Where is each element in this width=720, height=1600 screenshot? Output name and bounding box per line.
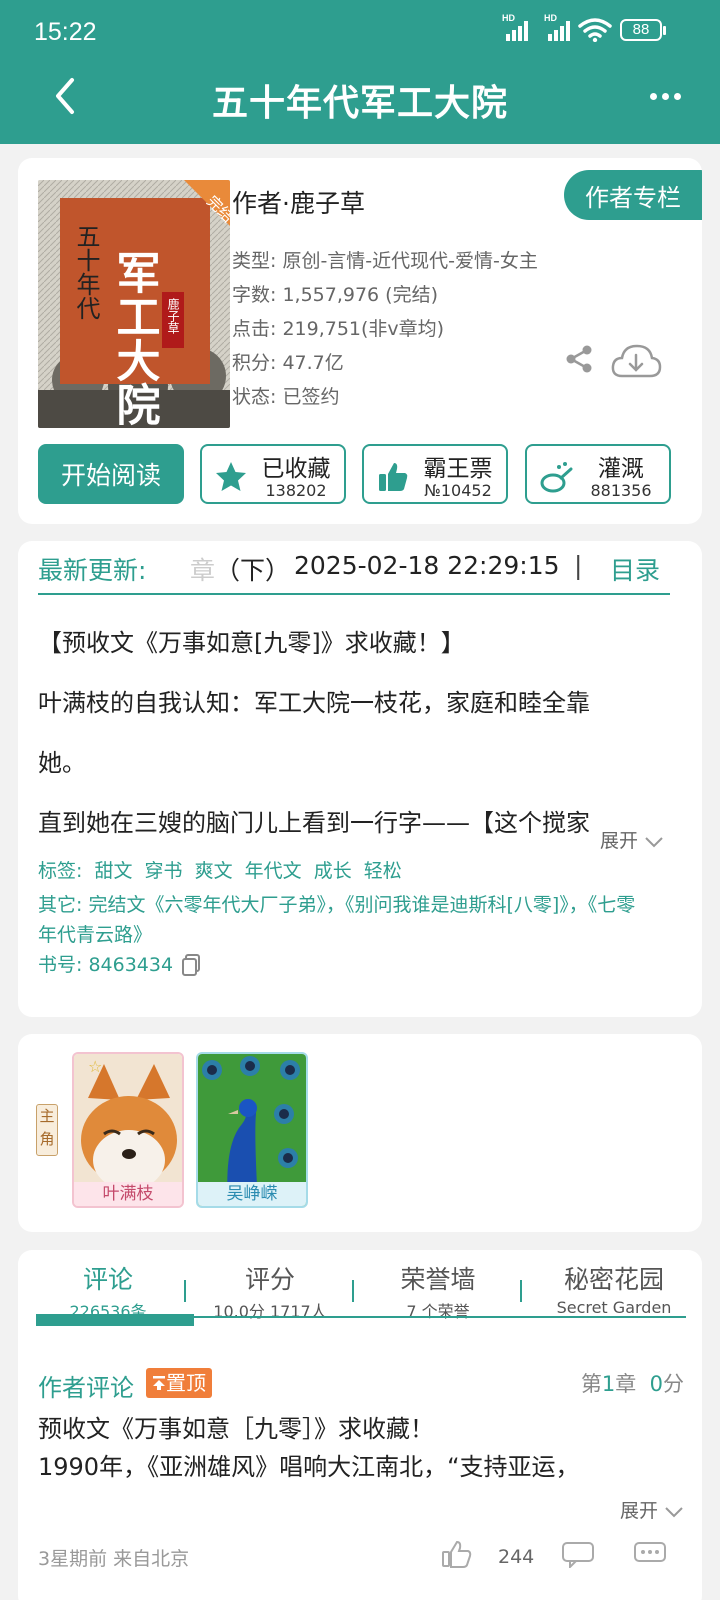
status-icons: HD HD 88 — [502, 13, 666, 42]
meta-clicks: 点击: 219,751(非v章均) — [232, 318, 445, 340]
battery-icon: 88 — [620, 19, 666, 41]
meta-type: 类型: 原创-言情-近代现代-爱情-女主 — [232, 250, 538, 272]
like-icon[interactable] — [440, 1540, 476, 1568]
meta-points: 积分: 47.7亿 — [232, 352, 344, 374]
latest-update-bar[interactable]: 最新更新: 章（下） 2025-02-18 22:29:15 | 目录 — [38, 545, 670, 595]
tab-active-indicator — [36, 1314, 194, 1326]
latest-update-label: 最新更新: — [38, 556, 147, 585]
latest-update-time: 2025-02-18 22:29:15 — [294, 551, 560, 580]
intro-line: 叶满枝的自我认知：军工大院一枝花，家庭和睦全靠 — [38, 689, 590, 717]
author-comment-title: 作者评论 — [38, 1374, 134, 1402]
vote-ticket-count: №10452 — [424, 481, 492, 500]
character-card[interactable]: ☆ 叶满枝 — [72, 1052, 184, 1208]
characters-card: 主角 ☆ 叶满枝 吴峥嵘 — [18, 1034, 702, 1232]
reply-icon[interactable] — [560, 1540, 596, 1568]
tab-bar: 评论 226536条 评分 10.0分 1717人 荣誉墙 7 个荣誉 秘密花园 Sec… — [18, 1260, 702, 1322]
character-card[interactable]: 吴峥嵘 — [196, 1052, 308, 1208]
irrigate-label: 灌溉 — [598, 456, 644, 482]
tag[interactable]: 轻松 — [364, 860, 402, 882]
cover-author: 鹿子草 — [166, 297, 180, 334]
protagonist-tag: 主角 — [36, 1104, 58, 1156]
chevron-down-icon — [645, 836, 663, 847]
message-icon[interactable] — [632, 1540, 668, 1568]
character-name: 叶满枝 — [74, 1182, 182, 1206]
book-number: 书号: 8463434 — [38, 950, 201, 980]
meta-words: 字数: 1,557,976 (完结) — [232, 284, 439, 306]
pinned-badge: 置顶 — [146, 1368, 212, 1398]
tag[interactable]: 爽文 — [195, 860, 233, 882]
toc-link[interactable]: 目录 — [610, 551, 660, 587]
tab-honor-wall[interactable]: 荣誉墙 7 个荣誉 — [368, 1260, 508, 1322]
vote-ticket-label: 霸王票 — [423, 456, 493, 482]
like-count: 244 — [498, 1546, 535, 1568]
comment-line: 预收文《万事如意［九零］》求收藏！ — [38, 1415, 434, 1443]
irrigate-button[interactable]: 灌溉 881356 — [525, 444, 671, 504]
cover-subtitle: 五十年代 — [72, 224, 100, 320]
tab-secret-garden[interactable]: 秘密花园 Secret Garden — [532, 1260, 696, 1317]
favorite-button[interactable]: 已收藏 138202 — [200, 444, 346, 504]
meta-status: 状态: 已签约 — [232, 386, 340, 408]
comment-meta: 3星期前 来自北京 — [38, 1548, 190, 1570]
intro-line: 【预收文《万事如意[九零]》求收藏！】 — [38, 629, 465, 657]
tab-ratings[interactable]: 评分 10.0分 1717人 — [200, 1260, 340, 1322]
tags-row: 标签: 甜文 穿书 爽文 年代文 成长 轻松 — [38, 856, 408, 886]
book-meta: 类型: 原创-言情-近代现代-爱情-女主 字数: 1,557,976 (完结) … — [232, 244, 538, 414]
start-reading-button[interactable]: 开始阅读 — [38, 444, 184, 504]
tag[interactable]: 穿书 — [145, 860, 183, 882]
tag[interactable]: 成长 — [314, 860, 352, 882]
status-time: 15:22 — [34, 18, 97, 46]
comment-expand-button[interactable]: 展开 — [620, 1496, 684, 1523]
latest-chapter[interactable]: 章（下） — [190, 551, 290, 587]
watering-can-icon — [540, 462, 573, 493]
star-icon — [216, 462, 246, 491]
vote-ticket-button[interactable]: 霸王票 №10452 — [362, 444, 508, 504]
favorite-label: 已收藏 — [261, 456, 331, 482]
tag[interactable]: 甜文 — [94, 860, 132, 882]
comment-chapter-score: 第1章 0分 — [580, 1372, 684, 1396]
comment-line: 1990年，《亚洲雄风》唱响大江南北，“支持亚运， — [38, 1453, 580, 1481]
tag[interactable]: 年代文 — [245, 860, 302, 882]
more-icon[interactable] — [640, 80, 690, 112]
comments-card: 评论 226536条 评分 10.0分 1717人 荣誉墙 7 个荣誉 秘密花园 Sec… — [18, 1250, 702, 1600]
chevron-down-icon — [665, 1506, 683, 1517]
author-column-button[interactable]: 作者专栏 — [564, 170, 702, 220]
tab-separator — [184, 1280, 186, 1302]
book-cover[interactable]: 完结 军工大院 五十年代 鹿子草 — [38, 180, 230, 428]
tags-label: 标签: — [38, 860, 83, 882]
copy-icon[interactable] — [181, 954, 201, 976]
signal-icon-2: HD — [544, 13, 570, 41]
download-cloud-icon[interactable] — [610, 342, 662, 380]
intro-line: 她。 — [38, 749, 86, 777]
tab-separator — [352, 1280, 354, 1302]
intro-line: 直到她在三嫂的脑门儿上看到一行字——【这个搅家 — [38, 809, 590, 837]
favorite-count: 138202 — [265, 481, 327, 500]
signal-icon: HD — [502, 13, 528, 41]
intro-text: 【预收文《万事如意[九零]》求收藏！】 叶满枝的自我认知：军工大院一枝花，家庭和… — [38, 613, 670, 853]
author-name[interactable]: 作者·鹿子草 — [232, 184, 365, 220]
cover-title: 军工大院 — [109, 250, 161, 426]
wifi-icon — [578, 18, 612, 42]
separator: | — [574, 551, 583, 580]
tab-separator — [520, 1280, 522, 1302]
intro-expand-button[interactable]: 展开 — [600, 826, 664, 853]
other-works[interactable]: 其它: 完结文《六零年代大厂子弟》，《别问我谁是迪斯科[八零]》，《七零年代青云… — [38, 890, 638, 950]
book-info-card: 完结 军工大院 五十年代 鹿子草 作者·鹿子草 作者专栏 类型: 原创-言情-近… — [18, 158, 702, 524]
svg-text:☆: ☆ — [88, 1057, 102, 1076]
character-name: 吴峥嵘 — [198, 1182, 306, 1206]
intro-card: 最新更新: 章（下） 2025-02-18 22:29:15 | 目录 【预收文… — [18, 541, 702, 1017]
pin-icon — [153, 1376, 165, 1390]
share-icon[interactable] — [564, 344, 594, 374]
page-title: 五十年代军工大院 — [211, 83, 508, 124]
irrigate-count: 881356 — [590, 481, 652, 500]
thumb-icon — [379, 463, 408, 491]
comment-body: 预收文《万事如意［九零］》求收藏！ 1990年，《亚洲雄风》唱响大江南北，“支持… — [38, 1410, 580, 1486]
tab-comments[interactable]: 评论 226536条 — [38, 1260, 178, 1322]
app-header: 15:22 HD HD 88 五十年代军工大院 — [0, 0, 720, 144]
